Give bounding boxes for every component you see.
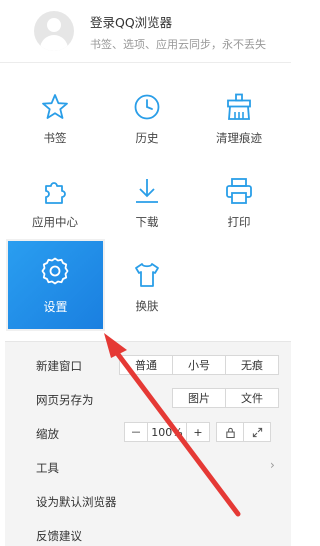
settings-tile[interactable]: 设置 [8, 241, 103, 329]
chevron-right-icon: › [270, 458, 275, 472]
new-window-small-button[interactable]: 小号 [172, 355, 226, 375]
print-tile[interactable]: 打印 [204, 174, 274, 244]
zoom-in-button[interactable]: + [186, 422, 210, 442]
fullscreen-button[interactable] [243, 422, 271, 442]
clear-traces-label: 清理痕迹 [216, 131, 262, 145]
save-page-as-label[interactable]: 网页另存为 [36, 392, 94, 408]
save-image-button[interactable]: 图片 [172, 388, 226, 408]
set-default-browser-item[interactable]: 设为默认浏览器 [36, 494, 117, 510]
downloads-label: 下载 [135, 215, 159, 229]
downloads-tile[interactable]: 下载 [112, 174, 182, 244]
tshirt-icon [135, 263, 159, 287]
save-file-button[interactable]: 文件 [225, 388, 279, 408]
star-icon [42, 94, 68, 119]
new-window-normal-button[interactable]: 普通 [119, 355, 173, 375]
menu-panel: 新建窗口 普通 小号 无痕 网页另存为 图片 文件 缩放 － 100% + 工具… [5, 341, 291, 546]
history-tile[interactable]: 历史 [112, 90, 182, 160]
expand-icon [252, 427, 262, 438]
download-icon [136, 179, 158, 203]
skin-tile[interactable]: 换肤 [112, 258, 182, 328]
lock-icon [225, 427, 235, 439]
bookmarks-tile[interactable]: 书签 [20, 90, 90, 160]
broom-icon [227, 93, 251, 120]
account-header[interactable]: 登录QQ浏览器 书签、选项、应用云同步，永不丢失 [0, 0, 291, 63]
bookmarks-label: 书签 [43, 131, 67, 145]
skin-label: 换肤 [135, 299, 159, 313]
lock-zoom-button[interactable] [216, 422, 244, 442]
clear-traces-tile[interactable]: 清理痕迹 [204, 90, 274, 160]
history-label: 历史 [135, 131, 159, 145]
zoom-label: 缩放 [36, 427, 59, 441]
tools-menu-item[interactable]: 工具 [36, 460, 59, 476]
app-center-tile[interactable]: 应用中心 [20, 174, 90, 244]
feedback-item[interactable]: 反馈建议 [36, 528, 82, 544]
new-window-incognito-button[interactable]: 无痕 [225, 355, 279, 375]
zoom-out-button[interactable]: － [124, 422, 148, 442]
printer-icon [226, 178, 252, 204]
new-window-label[interactable]: 新建窗口 [36, 358, 82, 374]
print-label: 打印 [227, 215, 251, 229]
gear-icon [41, 257, 69, 285]
login-title[interactable]: 登录QQ浏览器 [90, 12, 172, 31]
avatar[interactable] [34, 11, 74, 51]
zoom-level: 100% [147, 422, 187, 442]
settings-label: 设置 [43, 300, 68, 314]
puzzle-icon [45, 182, 66, 204]
app-center-label: 应用中心 [32, 215, 78, 229]
login-subtitle: 书签、选项、应用云同步，永不丢失 [90, 38, 266, 51]
clock-icon [134, 94, 160, 120]
